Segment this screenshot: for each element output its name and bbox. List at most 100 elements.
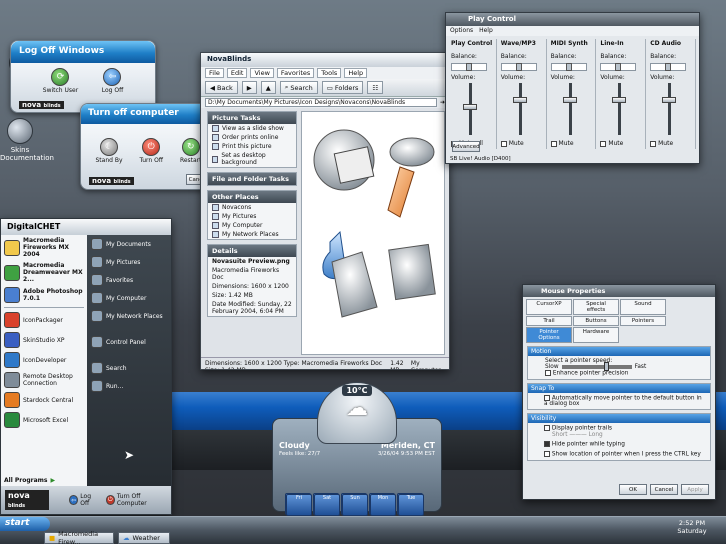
- show-location-checkbox[interactable]: Show location of pointer when I press th…: [544, 451, 707, 458]
- volume-thumb[interactable]: [463, 103, 477, 110]
- balance-thumb[interactable]: [565, 63, 572, 71]
- log-off-button[interactable]: ⇦ Log Off: [69, 493, 100, 507]
- mouse-tab[interactable]: CursorXP: [526, 299, 572, 315]
- recent-program[interactable]: IconDeveloper: [1, 350, 87, 370]
- start-right-item[interactable]: My Network Places: [87, 307, 171, 325]
- back-button[interactable]: ◀ Back: [205, 81, 238, 94]
- start-right-item[interactable]: Favorites: [87, 271, 171, 289]
- apply-button[interactable]: Apply: [681, 484, 709, 495]
- desktop-icon-documentation[interactable]: Skins Documentation: [0, 118, 54, 162]
- image-preview[interactable]: [301, 111, 445, 355]
- cancel-button[interactable]: Cancel: [650, 484, 678, 495]
- mute-checkbox[interactable]: Mute: [500, 140, 524, 147]
- system-clock[interactable]: 2:52 PM Saturday: [662, 519, 722, 543]
- address-input[interactable]: D:\My Documents\My Pictures\Icon Designs…: [205, 98, 437, 107]
- balance-slider[interactable]: [550, 63, 587, 71]
- menu-favorites[interactable]: Favorites: [276, 68, 315, 78]
- balance-slider[interactable]: [650, 63, 687, 71]
- volume-thumb[interactable]: [612, 96, 627, 103]
- pinned-program[interactable]: Adobe Photoshop 7.0.1: [1, 285, 87, 305]
- hide-pointer-checkbox[interactable]: Hide pointer while typing: [544, 440, 707, 447]
- forward-button[interactable]: ▶: [241, 81, 257, 94]
- mouse-tab[interactable]: Buttons: [573, 316, 619, 326]
- recent-program[interactable]: Remote Desktop Connection: [1, 370, 87, 390]
- start-right-item[interactable]: My Documents: [87, 235, 171, 253]
- mute-checkbox[interactable]: Mute: [650, 140, 673, 147]
- start-right-item[interactable]: Run...: [87, 377, 171, 395]
- mouse-tab[interactable]: Pointers: [620, 316, 666, 326]
- mouse-tab[interactable]: Hardware: [573, 327, 619, 343]
- menu-options[interactable]: Options: [450, 27, 473, 34]
- menu-tools[interactable]: Tools: [317, 68, 342, 78]
- search-button[interactable]: ⌕ Search: [279, 81, 318, 94]
- recent-program[interactable]: Microsoft Excel: [1, 410, 87, 430]
- volume-track[interactable]: [618, 83, 622, 135]
- volume-track[interactable]: [668, 83, 672, 135]
- pinned-program[interactable]: Macromedia Dreamweaver MX 2...: [1, 260, 87, 285]
- turn-off-button[interactable]: ⏻ Turn Off: [139, 138, 163, 164]
- menu-help[interactable]: Help: [344, 68, 368, 78]
- start-right-item[interactable]: Search: [87, 359, 171, 377]
- snap-to-checkbox[interactable]: Automatically move pointer to the defaul…: [528, 393, 710, 410]
- mute-checkbox[interactable]: Mute: [600, 140, 623, 147]
- mouse-tab[interactable]: Special effects: [573, 299, 619, 315]
- balance-slider[interactable]: [500, 63, 537, 71]
- volume-thumb[interactable]: [562, 96, 577, 103]
- start-right-item[interactable]: Control Panel: [87, 333, 171, 351]
- recent-program[interactable]: SkinStudio XP: [1, 330, 87, 350]
- volume-thumb[interactable]: [512, 96, 527, 103]
- explorer-titlebar[interactable]: NovaBlinds: [201, 53, 449, 67]
- balance-slider[interactable]: [451, 63, 487, 71]
- all-programs-button[interactable]: All Programs ▶: [1, 475, 58, 486]
- log-off-button[interactable]: ⇦ Log Off: [102, 68, 123, 94]
- mouse-properties-titlebar[interactable]: Mouse Properties: [523, 285, 715, 297]
- speed-slider[interactable]: [561, 362, 632, 371]
- mute-checkbox[interactable]: Mute: [550, 140, 574, 147]
- recent-program[interactable]: Stardock Central: [1, 390, 87, 410]
- file-folder-tasks[interactable]: File and Folder Tasks: [207, 172, 297, 186]
- pinned-program[interactable]: Macromedia Fireworks MX 2004: [1, 235, 87, 260]
- speed-slider-thumb[interactable]: [603, 362, 609, 371]
- task-order-prints[interactable]: Order prints online: [208, 133, 296, 142]
- switch-user-button[interactable]: ⟳ Switch User: [43, 68, 78, 94]
- menu-file[interactable]: File: [205, 68, 224, 78]
- stand-by-button[interactable]: ☾ Stand By: [95, 138, 123, 164]
- play-control-titlebar[interactable]: Play Control: [446, 13, 699, 26]
- ok-button[interactable]: OK: [619, 484, 647, 495]
- task-set-background[interactable]: Set as desktop background: [208, 151, 296, 167]
- start-right-item[interactable]: My Computer: [87, 289, 171, 307]
- advanced-button[interactable]: Advanced: [452, 141, 480, 152]
- balance-thumb[interactable]: [665, 63, 672, 71]
- start-right-item[interactable]: My Pictures: [87, 253, 171, 271]
- menu-view[interactable]: View: [250, 68, 274, 78]
- task-weather[interactable]: ☁ Weather: [118, 532, 170, 544]
- balance-thumb[interactable]: [466, 63, 472, 71]
- mouse-tab[interactable]: Trail: [526, 316, 572, 326]
- folders-button[interactable]: ▭ Folders: [321, 81, 364, 94]
- balance-slider[interactable]: [600, 63, 637, 71]
- task-print[interactable]: Print this picture: [208, 142, 296, 151]
- mouse-tab[interactable]: Pointer Options: [526, 327, 572, 343]
- menu-help[interactable]: Help: [479, 27, 493, 34]
- balance-thumb[interactable]: [515, 63, 522, 71]
- task-slide-show[interactable]: View as a slide show: [208, 124, 296, 133]
- place-novacons[interactable]: Novacons: [208, 203, 296, 212]
- restart-button[interactable]: ↻ Restart: [180, 138, 202, 164]
- volume-track[interactable]: [518, 83, 522, 135]
- start-button[interactable]: start: [0, 517, 50, 531]
- task-fireworks[interactable]: ■ Macromedia Firew...: [44, 530, 114, 544]
- menu-edit[interactable]: Edit: [226, 68, 248, 78]
- views-button[interactable]: ☷: [367, 81, 384, 94]
- volume-thumb[interactable]: [662, 96, 677, 103]
- up-folder-button[interactable]: ▲: [260, 81, 276, 94]
- turn-off-computer-button[interactable]: ⏻ Turn Off Computer: [105, 493, 167, 507]
- place-my-computer[interactable]: My Computer: [208, 221, 296, 230]
- enhance-precision-checkbox[interactable]: Enhance pointer precision: [531, 370, 707, 377]
- forward-arrow-icon: ▶: [246, 83, 252, 92]
- recent-program[interactable]: IconPackager: [1, 310, 87, 330]
- balance-thumb[interactable]: [615, 63, 622, 71]
- place-my-network[interactable]: My Network Places: [208, 230, 296, 239]
- mouse-tab[interactable]: Sound: [620, 299, 666, 315]
- volume-track[interactable]: [568, 83, 572, 135]
- place-my-pictures[interactable]: My Pictures: [208, 212, 296, 221]
